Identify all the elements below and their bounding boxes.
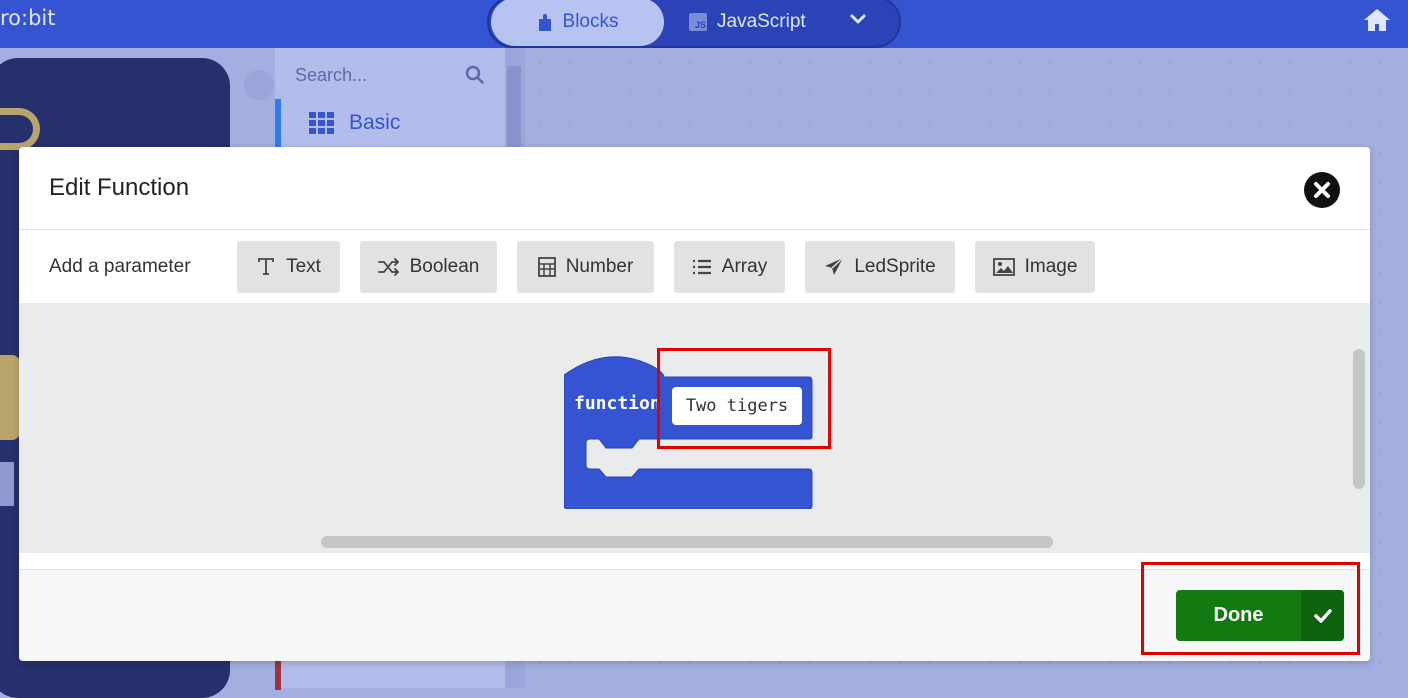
grid-icon: [309, 112, 334, 134]
javascript-icon: JS: [689, 13, 707, 31]
preview-horizontal-scrollbar[interactable]: [321, 536, 1053, 548]
add-number-parameter-button[interactable]: Number: [517, 241, 654, 293]
simulator-button: [244, 70, 274, 100]
simulator-control: [0, 462, 14, 506]
image-icon: [992, 258, 1015, 276]
function-keyword: function: [574, 393, 661, 414]
puzzle-icon: [538, 14, 551, 31]
dialog-title: Edit Function: [49, 174, 190, 201]
tab-javascript[interactable]: JS JavaScript: [689, 0, 806, 46]
add-ledsprite-parameter-button[interactable]: LedSprite: [805, 241, 955, 293]
add-boolean-parameter-button[interactable]: Boolean: [360, 241, 497, 293]
toolbox-search[interactable]: Search...: [283, 57, 497, 93]
top-bar: ro:bit Blocks JS JavaScript: [0, 0, 1408, 48]
close-icon: [1314, 182, 1330, 198]
boolean-parameter-label: Boolean: [409, 256, 480, 277]
done-button-highlight: [1141, 562, 1360, 655]
close-button[interactable]: [1304, 172, 1340, 208]
add-image-parameter-button[interactable]: Image: [975, 241, 1095, 293]
function-name-highlight: [657, 348, 831, 449]
shuffle-icon: [377, 258, 399, 276]
calculator-icon: [537, 257, 556, 277]
home-icon[interactable]: [1362, 7, 1392, 38]
category-basic-label: Basic: [349, 111, 401, 134]
add-array-parameter-button[interactable]: Array: [674, 241, 785, 293]
array-parameter-label: Array: [721, 256, 768, 277]
list-icon: [692, 259, 711, 275]
editor-mode-switch: Blocks JS JavaScript: [487, 0, 901, 48]
category-item[interactable]: [275, 660, 511, 690]
edit-function-dialog: Edit Function Add a parameter Text Boole…: [19, 147, 1370, 661]
chevron-down-icon[interactable]: [849, 10, 867, 33]
tab-javascript-label: JavaScript: [717, 11, 806, 32]
text-type-icon: [258, 258, 274, 275]
paper-plane-icon: [825, 257, 844, 275]
app-title: ro:bit: [0, 6, 56, 30]
preview-vertical-scrollbar[interactable]: [1353, 349, 1365, 489]
search-icon: [465, 65, 484, 84]
add-text-parameter-button[interactable]: Text: [237, 241, 340, 293]
text-parameter-label: Text: [286, 256, 321, 277]
image-parameter-label: Image: [1024, 256, 1078, 277]
ledsprite-parameter-label: LedSprite: [854, 256, 936, 277]
add-parameter-label: Add a parameter: [49, 256, 191, 277]
number-parameter-label: Number: [565, 256, 634, 277]
dialog-header: Edit Function: [19, 147, 1370, 230]
category-basic[interactable]: Basic: [275, 99, 505, 147]
parameter-toolbar: Add a parameter Text Boolean Number Arra…: [19, 230, 1370, 303]
simulator-pin: [0, 108, 40, 150]
simulator-edge-connector: [0, 355, 20, 440]
tab-blocks[interactable]: Blocks: [491, 0, 664, 46]
tab-blocks-label: Blocks: [562, 11, 619, 32]
search-input[interactable]: Search...: [295, 65, 367, 86]
